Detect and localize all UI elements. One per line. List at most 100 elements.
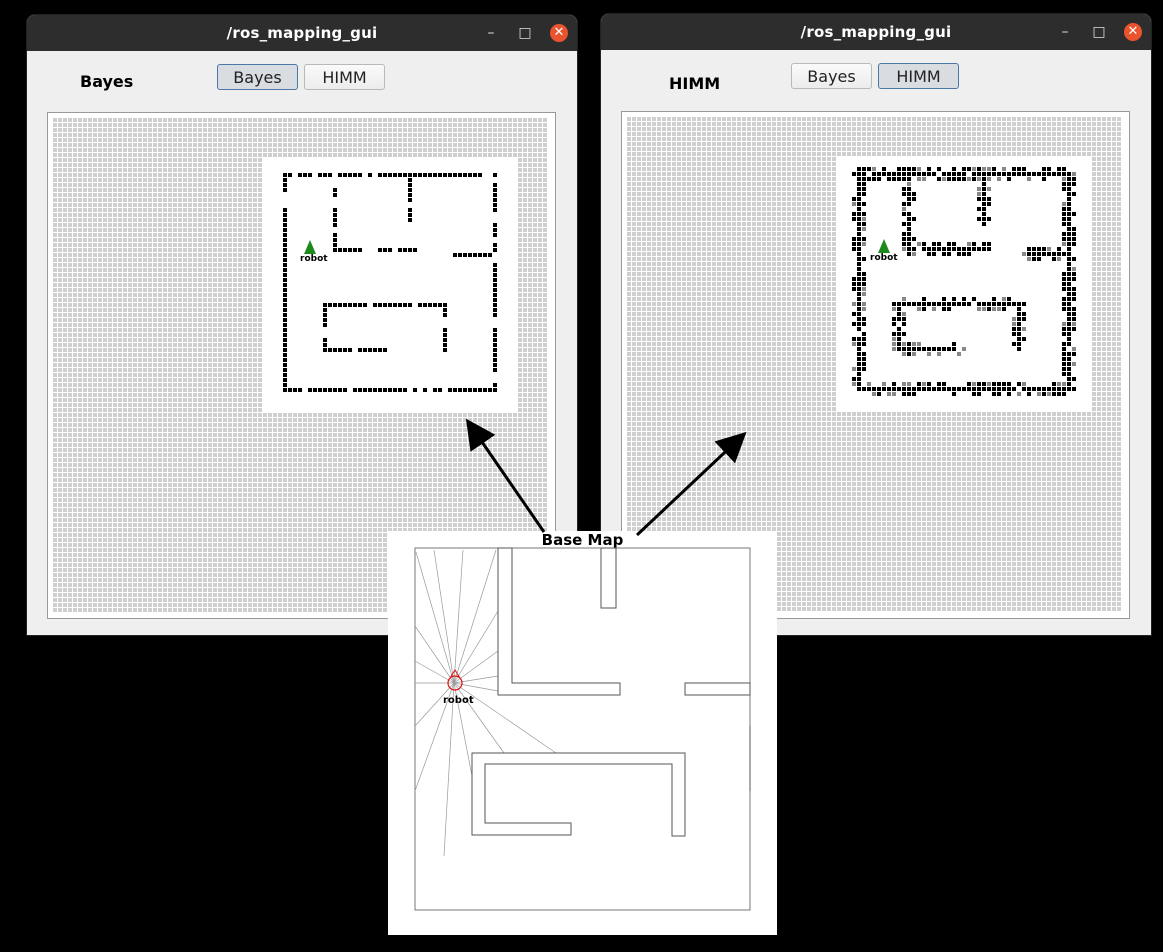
grid-cell — [253, 143, 257, 147]
grid-cell — [198, 353, 202, 357]
grid-cell — [278, 218, 282, 222]
grid-cell — [288, 313, 292, 317]
grid-cell — [253, 163, 257, 167]
grid-cell — [88, 258, 92, 262]
grid-cell — [143, 268, 147, 272]
grid-cell — [508, 293, 512, 297]
grid-cell — [308, 188, 312, 192]
grid-cell — [298, 223, 302, 227]
grid-cell — [163, 153, 167, 157]
grid-cell — [63, 248, 67, 252]
grid-cell — [403, 118, 407, 122]
grid-cell — [68, 323, 72, 327]
grid-cell — [443, 193, 447, 197]
grid-cell — [283, 348, 287, 352]
grid-cell — [423, 258, 427, 262]
grid-cell — [448, 203, 452, 207]
grid-cell — [358, 293, 362, 297]
grid-cell — [153, 223, 157, 227]
grid-cell — [508, 308, 512, 312]
bayes-button[interactable]: Bayes — [217, 64, 298, 90]
grid-cell — [433, 203, 437, 207]
grid-cell — [488, 203, 492, 207]
grid-cell — [118, 368, 122, 372]
grid-cell — [323, 358, 327, 362]
minimize-icon[interactable]: – — [482, 24, 500, 42]
grid-cell — [173, 318, 177, 322]
maximize-icon[interactable]: □ — [516, 24, 534, 42]
grid-cell — [113, 283, 117, 287]
grid-cell — [333, 128, 337, 132]
grid-cell — [493, 238, 497, 242]
grid-cell — [113, 218, 117, 222]
grid-cell — [318, 358, 322, 362]
grid-cell — [203, 213, 207, 217]
close-icon[interactable]: ✕ — [550, 24, 568, 42]
grid-cell — [68, 243, 72, 247]
grid-cell — [428, 253, 432, 257]
grid-cell — [163, 233, 167, 237]
grid-cell — [318, 273, 322, 277]
grid-cell — [483, 278, 487, 282]
grid-cell — [543, 148, 547, 152]
grid-cell — [423, 193, 427, 197]
grid-cell — [388, 168, 392, 172]
grid-cell — [373, 208, 377, 212]
grid-cell — [178, 358, 182, 362]
grid-cell — [198, 188, 202, 192]
grid-cell — [283, 163, 287, 167]
grid-cell — [323, 178, 327, 182]
grid-cell — [313, 213, 317, 217]
grid-cell — [313, 158, 317, 162]
grid-cell — [428, 148, 432, 152]
grid-cell — [408, 343, 412, 347]
grid-cell — [518, 123, 522, 127]
grid-cell — [468, 303, 472, 307]
grid-cell — [103, 223, 107, 227]
grid-cell — [73, 203, 77, 207]
grid-cell — [278, 213, 282, 217]
grid-cell — [288, 293, 292, 297]
grid-cell — [483, 258, 487, 262]
grid-cell — [108, 118, 112, 122]
grid-cell — [98, 208, 102, 212]
grid-cell — [333, 223, 337, 227]
grid-cell — [413, 208, 417, 212]
grid-cell — [178, 333, 182, 337]
grid-cell — [263, 178, 267, 182]
grid-cell — [83, 168, 87, 172]
grid-cell — [468, 248, 472, 252]
grid-cell — [128, 248, 132, 252]
grid-cell — [203, 218, 207, 222]
grid-cell — [268, 238, 272, 242]
grid-cell — [333, 208, 337, 212]
grid-cell — [328, 143, 332, 147]
grid-cell — [478, 223, 482, 227]
window-titlebar[interactable]: /ros_mapping_gui – □ ✕ — [27, 15, 577, 51]
grid-cell — [403, 123, 407, 127]
grid-cell — [413, 263, 417, 267]
grid-cell — [203, 338, 207, 342]
grid-cell — [468, 138, 472, 142]
grid-cell — [488, 208, 492, 212]
grid-cell — [343, 183, 347, 187]
grid-cell — [388, 288, 392, 292]
grid-cell — [438, 353, 442, 357]
grid-cell — [128, 133, 132, 137]
grid-cell — [253, 218, 257, 222]
grid-cell — [258, 133, 262, 137]
grid-cell — [433, 308, 437, 312]
grid-cell — [173, 123, 177, 127]
grid-cell — [443, 363, 447, 367]
grid-cell — [493, 173, 497, 177]
grid-cell — [123, 233, 127, 237]
grid-cell — [453, 208, 457, 212]
grid-cell — [543, 158, 547, 162]
grid-cell — [428, 273, 432, 277]
grid-cell — [383, 273, 387, 277]
grid-cell — [148, 338, 152, 342]
grid-cell — [243, 323, 247, 327]
grid-cell — [98, 368, 102, 372]
himm-button[interactable]: HIMM — [304, 64, 385, 90]
grid-cell — [158, 283, 162, 287]
